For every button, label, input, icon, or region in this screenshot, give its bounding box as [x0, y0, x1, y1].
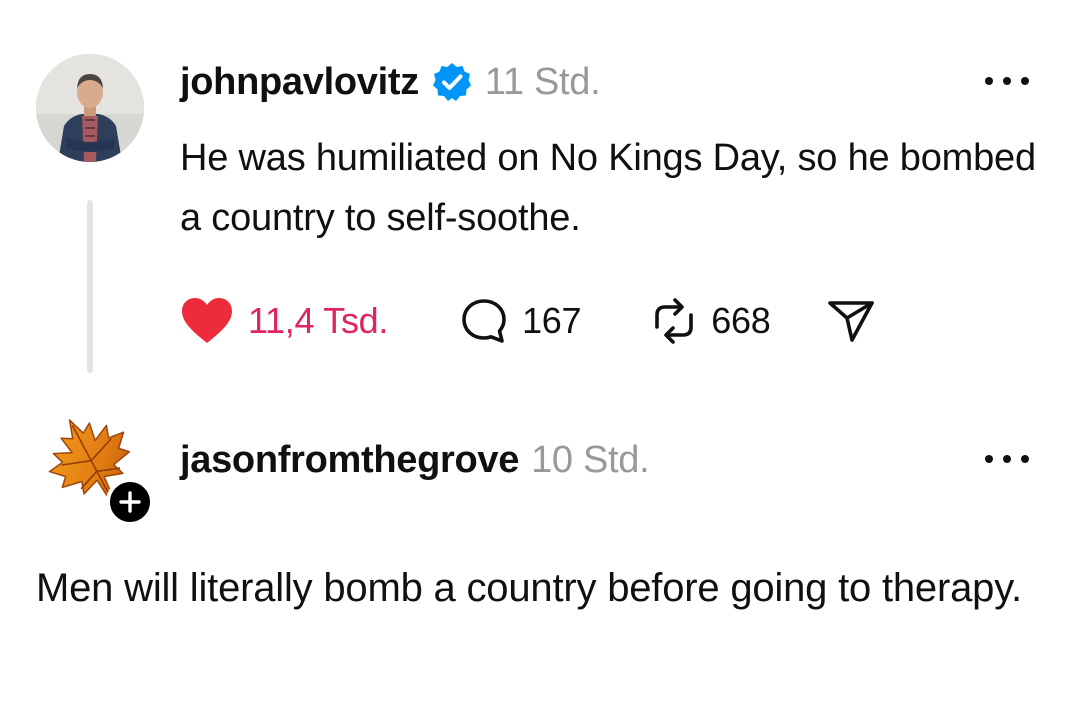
post-actions-bar: 11,4 Tsd. 167 668 [180, 292, 876, 350]
repost-count: 668 [711, 300, 771, 341]
repost-button[interactable]: 668 [651, 297, 771, 345]
post-header: johnpavlovitz 11 Std. [180, 58, 601, 106]
share-button[interactable] [826, 298, 876, 344]
reply-button[interactable]: 167 [460, 297, 582, 345]
threads-feed: johnpavlovitz 11 Std. He was humiliated … [0, 0, 1080, 703]
speech-bubble-icon [462, 299, 506, 343]
post-timestamp: 10 Std. [531, 438, 650, 481]
ellipsis-icon[interactable] [982, 450, 1032, 468]
repost-arrows-icon [655, 298, 694, 344]
post-body: He was humiliated on No Kings Day, so he… [180, 137, 1036, 239]
follow-button[interactable] [106, 478, 154, 526]
like-count: 11,4 Tsd. [248, 300, 389, 341]
reply-header: jasonfromthegrove 10 Std. [180, 436, 650, 484]
reply-body: Men will literally bomb a country before… [36, 566, 1022, 610]
heart-icon [182, 298, 232, 343]
paper-plane-icon [828, 301, 875, 342]
profile-photo [36, 54, 144, 162]
verified-badge-icon [432, 63, 471, 101]
avatar-johnpavlovitz[interactable] [36, 54, 144, 162]
like-button[interactable]: 11,4 Tsd. [180, 296, 388, 346]
username[interactable]: johnpavlovitz [180, 61, 419, 104]
username[interactable]: jasonfromthegrove [180, 439, 519, 482]
post-timestamp: 11 Std. [484, 60, 601, 103]
ellipsis-icon[interactable] [982, 72, 1032, 90]
plus-icon [119, 491, 141, 513]
thread-connector-line [87, 200, 93, 373]
reply-count: 167 [522, 300, 582, 341]
